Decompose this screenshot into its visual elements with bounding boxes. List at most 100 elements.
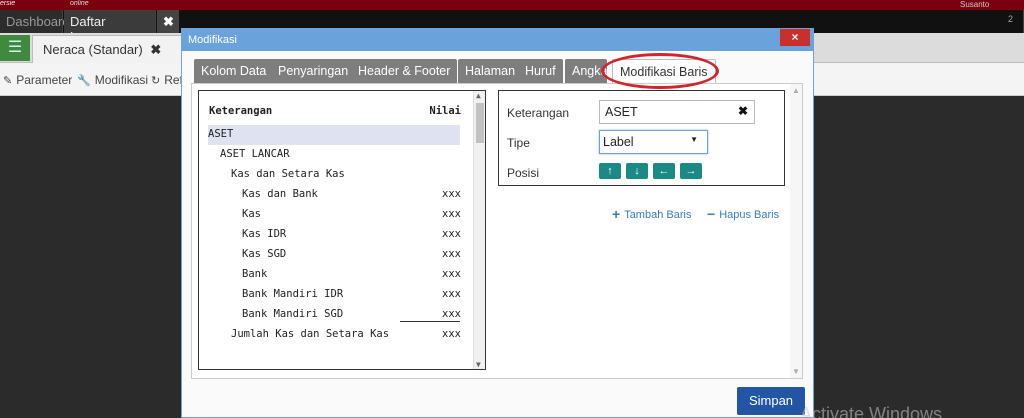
refresh-button[interactable]: ↻ Ref <box>151 73 183 87</box>
row-value: xxx <box>442 228 461 240</box>
row-label: Jumlah Kas dan Setara Kas <box>231 328 390 340</box>
preview-row[interactable]: Kas xxx <box>209 205 461 225</box>
content-scrollbar[interactable]: ▲ ▼ <box>790 84 802 378</box>
row-value: xxx <box>442 248 461 260</box>
modifikasi-dialog: Modifikasi × Kolom Data Penyaringan Head… <box>181 28 814 418</box>
arrow-up-icon: ↑ <box>607 165 613 177</box>
preview-row[interactable] <box>209 345 461 365</box>
preview-row[interactable]: Bank xxx <box>209 265 461 285</box>
preview-header: Keterangan Nilai <box>209 105 461 117</box>
row-label: ASET <box>208 128 234 140</box>
row-label: Kas SGD <box>242 248 287 260</box>
row-value: xxx <box>442 308 461 320</box>
tipe-label: Tipe <box>507 136 530 150</box>
hapus-baris-label: Hapus Baris <box>719 209 780 221</box>
row-value: xxx <box>442 208 461 220</box>
brand-text: ersie <box>0 0 16 7</box>
tab-halaman[interactable]: Halaman <box>458 59 523 83</box>
row-value: xxx <box>442 328 461 340</box>
hapus-baris-button[interactable]: − Hapus Baris <box>707 206 779 222</box>
preview-row[interactable]: Kas dan Bank xxx <box>209 185 461 205</box>
tab-kolom-data[interactable]: Kolom Data <box>194 59 274 83</box>
dialog-close-button[interactable]: × <box>780 29 810 46</box>
row-label: Piutang Usaha <box>231 368 313 369</box>
clear-icon[interactable]: ✖ <box>738 104 748 118</box>
row-label: Bank <box>242 268 268 280</box>
modifikasi-button[interactable]: 🔧 Modifikasi <box>77 73 148 87</box>
header-keterangan: Keterangan <box>209 105 273 117</box>
row-label: Kas dan Bank <box>242 188 318 200</box>
row-label: Bank Mandiri SGD <box>242 308 344 320</box>
tambah-baris-button[interactable]: + Tambah Baris <box>612 206 691 222</box>
preview-scrollbar[interactable]: ▲ ▼ <box>473 91 485 369</box>
preview-row[interactable]: Kas SGD xxx <box>209 245 461 265</box>
row-label: Bank Mandiri IDR <box>242 288 344 300</box>
row-properties-panel: Keterangan ASET ✖ Tipe Label ▼ Posisi ↑ … <box>498 90 785 186</box>
row-value: xxx <box>442 288 461 300</box>
refresh-icon: ↻ <box>151 75 161 87</box>
scroll-up-icon[interactable]: ▲ <box>476 91 481 100</box>
scroll-thumb[interactable] <box>476 103 484 143</box>
simpan-button[interactable]: Simpan <box>737 387 805 415</box>
chevron-down-icon: ▼ <box>690 135 698 144</box>
parameter-label: Parameter <box>16 73 73 87</box>
tab-angka[interactable]: Angka <box>565 59 607 83</box>
menu-list-icon[interactable]: ☰ <box>0 35 30 61</box>
plus-icon: + <box>612 206 621 222</box>
right-indicator: 2 <box>1002 10 1024 33</box>
keterangan-value: ASET <box>605 105 638 119</box>
close-icon[interactable]: ✖ <box>150 42 161 57</box>
subtotal-line <box>400 321 460 322</box>
preview-row[interactable]: Kas IDR xxx <box>209 225 461 245</box>
preview-row[interactable]: Piutang Usaha <box>209 365 461 369</box>
keterangan-label: Keterangan <box>507 106 570 120</box>
modifikasi-label: Modifikasi <box>94 73 149 87</box>
tab-huruf[interactable]: Huruf <box>518 59 563 83</box>
row-label: Kas dan Setara Kas <box>231 168 345 180</box>
scroll-up-icon[interactable]: ▲ <box>792 86 800 95</box>
keterangan-input[interactable]: ASET ✖ <box>599 100 755 124</box>
arrow-right-icon: → <box>685 165 697 177</box>
scroll-down-icon[interactable]: ▼ <box>792 367 800 376</box>
wrench-icon: 🔧 <box>77 75 91 87</box>
tab-modifikasi-baris[interactable]: Modifikasi Baris <box>612 59 716 84</box>
row-label: Kas IDR <box>242 228 287 240</box>
preview-row[interactable]: Kas dan Setara Kas <box>209 165 461 185</box>
activation-watermark: Activate Windows <box>800 404 943 418</box>
scroll-down-icon[interactable]: ▼ <box>476 360 481 369</box>
tab-dashboard[interactable]: Dashboard <box>0 10 70 33</box>
preview-row[interactable]: ASET <box>208 125 460 145</box>
row-value: xxx <box>442 268 461 280</box>
move-down-button[interactable]: ↓ <box>626 163 648 179</box>
header-nilai: Nilai <box>429 105 461 117</box>
dialog-title: Modifikasi <box>182 29 813 51</box>
tab-neraca[interactable]: Neraca (Standar) ✖ <box>32 35 182 63</box>
brand-tag: online <box>70 0 89 7</box>
tab-penyaringan[interactable]: Penyaringan <box>271 59 356 83</box>
tipe-select[interactable]: Label ▼ <box>599 130 708 154</box>
user-name[interactable]: Susanto <box>960 0 989 9</box>
tab-daftar-laporan[interactable]: Daftar Laporan <box>64 10 156 44</box>
minus-icon: − <box>707 206 716 222</box>
move-right-button[interactable]: → <box>680 163 702 179</box>
preview-row[interactable]: Bank Mandiri SGD xxx <box>209 305 461 325</box>
parameter-button[interactable]: ✎ Parameter <box>3 73 72 87</box>
tab-content: Keterangan Nilai ASET ASET LANCAR Kas dan … <box>191 83 803 379</box>
report-preview: Keterangan Nilai ASET ASET LANCAR Kas dan … <box>198 90 486 370</box>
pencil-icon: ✎ <box>3 75 13 87</box>
preview-row[interactable]: ASET LANCAR <box>209 145 461 165</box>
arrow-left-icon: ← <box>658 165 670 177</box>
move-left-button[interactable]: ← <box>653 163 675 179</box>
close-tab-button[interactable]: ✖ <box>157 10 179 33</box>
arrow-down-icon: ↓ <box>634 165 640 177</box>
tab-header-footer[interactable]: Header & Footer <box>351 59 458 83</box>
tambah-baris-label: Tambah Baris <box>624 209 692 221</box>
preview-row[interactable]: Bank Mandiri IDR xxx <box>209 285 461 305</box>
app-topbar: ersie online Susanto <box>0 0 1024 10</box>
row-value: xxx <box>442 188 461 200</box>
tab-neraca-label: Neraca (Standar) <box>43 42 143 57</box>
move-up-button[interactable]: ↑ <box>599 163 621 179</box>
preview-row[interactable]: Jumlah Kas dan Setara Kas xxx <box>209 325 461 345</box>
row-label: Kas <box>242 208 261 220</box>
posisi-label: Posisi <box>507 166 540 180</box>
